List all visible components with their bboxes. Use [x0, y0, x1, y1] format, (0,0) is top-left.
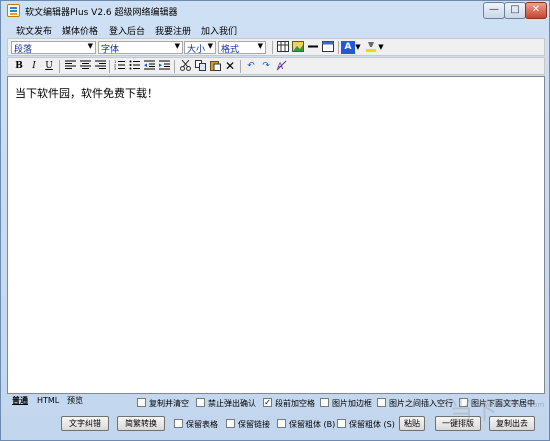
highlight-color-icon[interactable]: [364, 41, 378, 54]
option-label: 保留表格: [186, 420, 218, 429]
checkbox[interactable]: [174, 419, 183, 428]
tab-html[interactable]: HTML: [35, 395, 61, 407]
toolbar-separator: [59, 60, 60, 73]
menu-join-us[interactable]: 加入我们: [201, 24, 237, 37]
option-label: 保留粗体 (B): [289, 420, 336, 429]
option-label: 禁止弹出确认: [208, 399, 256, 408]
toolbar-separator: [338, 41, 339, 54]
checkbox[interactable]: [137, 398, 146, 407]
toolbar-separator: [174, 60, 175, 73]
checkbox[interactable]: [277, 419, 286, 428]
chevron-down-icon: ▼: [207, 42, 213, 50]
copy-icon[interactable]: [193, 60, 207, 73]
checkbox-checked[interactable]: ✓: [263, 398, 272, 407]
paragraph-select[interactable]: 段落 ▼: [11, 41, 96, 55]
option-image-border[interactable]: 图片加边框: [320, 398, 372, 410]
chevron-down-icon: ▼: [87, 42, 93, 50]
underline-button[interactable]: U: [42, 60, 56, 73]
format-toolbar: 段落 ▼ 字体 ▼ 大小 ▼ 格式 ▼ A ▼ ▼: [7, 38, 545, 56]
font-select-value: 字体: [101, 45, 120, 55]
checkbox[interactable]: [320, 398, 329, 407]
option-label: 复制并清空: [149, 399, 189, 408]
svg-text:3: 3: [114, 67, 116, 70]
image-icon[interactable]: [291, 41, 305, 54]
outdent-icon[interactable]: [142, 60, 156, 73]
align-center-icon[interactable]: [78, 60, 92, 73]
cut-icon[interactable]: [178, 59, 192, 73]
size-select-value: 大小: [187, 45, 206, 55]
minimize-button[interactable]: —: [483, 2, 505, 19]
option-copy-and-clear[interactable]: 复制并清空: [137, 398, 189, 410]
convert-button[interactable]: 简繁转换: [117, 416, 165, 431]
toolbar-separator: [109, 60, 110, 73]
tab-preview[interactable]: 预览: [65, 395, 85, 407]
editor-content[interactable]: 当下软件园，软件免费下载！: [15, 85, 158, 101]
menu-bar: 软文发布 媒体价格 登入后台 我要注册 加入我们: [4, 22, 546, 37]
tab-normal[interactable]: 普通: [10, 395, 30, 407]
font-select[interactable]: 字体 ▼: [98, 41, 183, 55]
chevron-down-icon: ▼: [257, 42, 263, 50]
checkbox[interactable]: [226, 419, 235, 428]
watermark-url: www.downxia.com: [479, 401, 545, 409]
horizontal-rule-icon[interactable]: [306, 41, 320, 54]
close-icon: ✕: [531, 4, 541, 15]
align-right-icon[interactable]: [93, 60, 107, 73]
size-select[interactable]: 大小 ▼: [184, 41, 216, 55]
minimize-icon: —: [489, 4, 499, 15]
toolbar-separator: [272, 41, 273, 54]
option-label: 图片加边框: [332, 399, 372, 408]
menu-register[interactable]: 我要注册: [155, 24, 191, 37]
option-image-spacing[interactable]: 图片之间插入空行: [377, 398, 453, 410]
checkbox[interactable]: [377, 398, 386, 407]
window-icon[interactable]: [321, 41, 335, 54]
chevron-down-icon[interactable]: ▼: [377, 41, 385, 54]
option-label: 段前加空格: [275, 399, 315, 408]
redo-icon[interactable]: ↷: [259, 60, 273, 73]
delete-icon[interactable]: ✕: [223, 60, 237, 73]
app-window: 软文编辑器Plus V2.6 超级网络编辑器 — □ ✕ 软文发布 媒体价格 登…: [0, 0, 550, 441]
numbered-list-icon[interactable]: 123: [112, 60, 126, 73]
clear-format-icon[interactable]: A: [274, 60, 288, 73]
table-icon[interactable]: [276, 41, 290, 54]
indent-icon[interactable]: [157, 60, 171, 73]
option-label: 保留链接: [238, 420, 270, 429]
menu-login-backend[interactable]: 登入后台: [109, 24, 145, 37]
maximize-icon: □: [510, 4, 520, 15]
menu-publish[interactable]: 软文发布: [16, 24, 52, 37]
option-keep-tables[interactable]: 保留表格: [174, 419, 218, 431]
option-keep-links[interactable]: 保留链接: [226, 419, 270, 431]
align-left-icon[interactable]: [63, 60, 77, 73]
window-title: 软文编辑器Plus V2.6 超级网络编辑器: [25, 8, 178, 18]
close-button[interactable]: ✕: [525, 2, 547, 19]
proofread-button[interactable]: 文字纠错: [61, 416, 109, 431]
option-label: 图片之间插入空行: [389, 399, 453, 408]
option-no-confirm[interactable]: 禁止弹出确认: [196, 398, 256, 410]
italic-button[interactable]: I: [27, 60, 41, 73]
editor-area[interactable]: 当下软件园，软件免费下载！: [7, 76, 545, 394]
bold-button[interactable]: B: [12, 60, 26, 73]
toolbar-separator: [240, 60, 241, 73]
format-select[interactable]: 格式 ▼: [218, 41, 266, 55]
option-keep-bold-b[interactable]: 保留粗体 (B): [277, 419, 335, 431]
style-toolbar: B I U 123 ✕ ↶ ↷: [7, 57, 545, 75]
option-keep-bold-s[interactable]: 保留粗体 (S): [337, 419, 395, 431]
maximize-button[interactable]: □: [504, 2, 526, 19]
font-color-icon[interactable]: A: [341, 41, 355, 54]
app-icon: [7, 4, 20, 17]
option-indent-paragraph[interactable]: ✓ 段前加空格: [263, 398, 315, 410]
paste-icon[interactable]: [208, 60, 222, 73]
paste-button[interactable]: 粘贴: [399, 416, 425, 431]
checkbox[interactable]: [196, 398, 205, 407]
checkbox[interactable]: [337, 419, 346, 428]
undo-icon[interactable]: ↶: [244, 60, 258, 73]
chevron-down-icon[interactable]: ▼: [354, 41, 362, 54]
bullet-list-icon[interactable]: [127, 60, 141, 73]
title-bar: 软文编辑器Plus V2.6 超级网络编辑器 — □ ✕: [1, 1, 549, 21]
option-label: 保留粗体 (S): [349, 420, 395, 429]
menu-media-price[interactable]: 媒体价格: [62, 24, 98, 37]
format-select-value: 格式: [221, 45, 240, 55]
chevron-down-icon: ▼: [174, 42, 180, 50]
paragraph-select-value: 段落: [14, 45, 33, 55]
